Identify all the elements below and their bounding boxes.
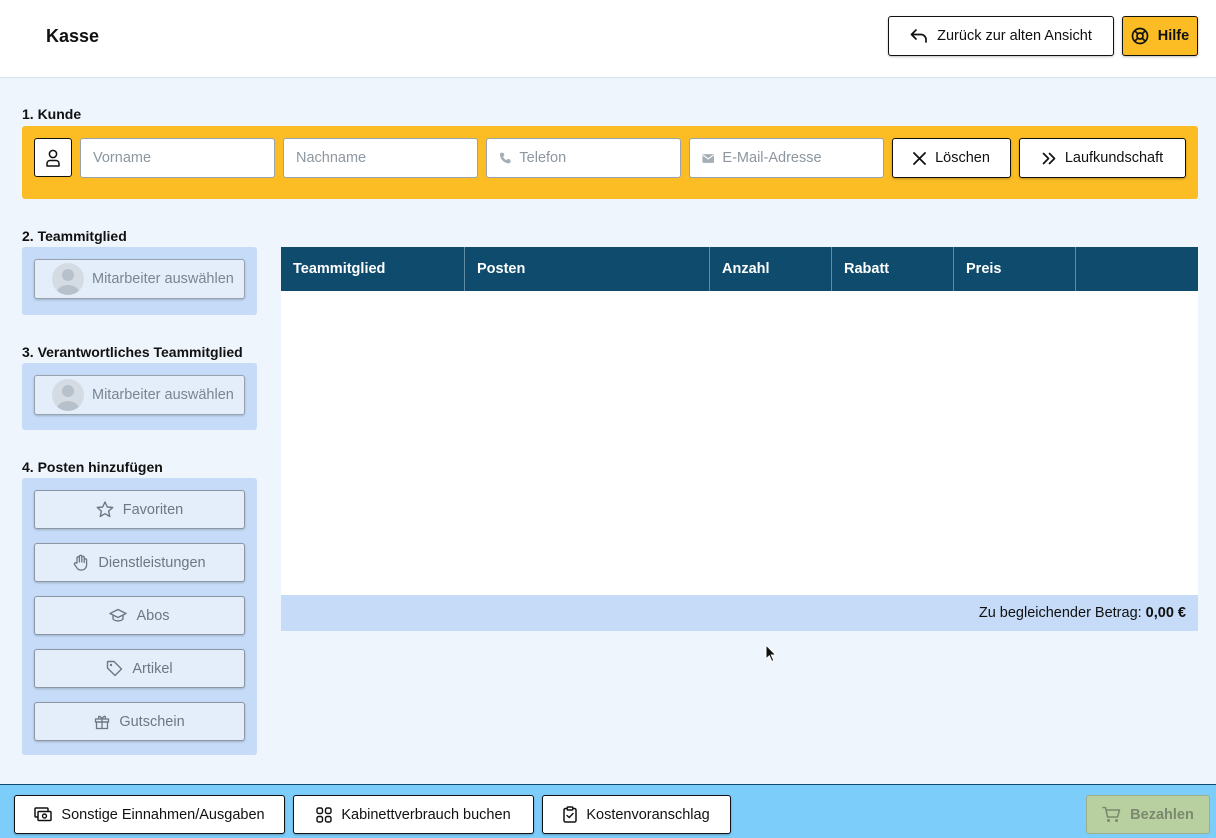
articles-button[interactable]: Artikel (34, 649, 245, 688)
pay-button[interactable]: Bezahlen (1086, 795, 1210, 834)
add-items-panel: Favoriten Dienstleistungen Abos Artikel … (22, 478, 257, 755)
help-button-label: Hilfe (1157, 28, 1190, 44)
column-header-quantity: Anzahl (710, 247, 832, 291)
first-name-input[interactable] (93, 150, 274, 166)
table-body (281, 291, 1198, 595)
shopping-cart-icon (1102, 806, 1121, 822)
bottom-action-bar: Sonstige Einnahmen/Ausgaben Kabinettverb… (0, 784, 1216, 838)
team-member-select-label: Mitarbeiter auswählen (92, 271, 234, 287)
responsible-member-select-label: Mitarbeiter auswählen (92, 387, 234, 403)
help-button[interactable]: Hilfe (1122, 16, 1198, 56)
add-items-section-label: 4. Posten hinzufügen (22, 459, 163, 475)
last-name-field[interactable] (283, 138, 478, 178)
favorites-button[interactable]: Favoriten (34, 490, 245, 529)
mouse-cursor-icon (765, 644, 777, 663)
last-name-input[interactable] (296, 150, 477, 166)
tag-icon (107, 660, 123, 677)
grid-icon (316, 806, 333, 823)
customer-bar: Löschen Laufkundschaft (22, 126, 1198, 199)
select-team-member-button[interactable]: Mitarbeiter auswählen (34, 259, 245, 299)
column-header-team-member: Teammitglied (281, 247, 465, 291)
cabinet-usage-button[interactable]: Kabinettverbrauch buchen (293, 795, 534, 834)
responsible-member-section-label: 3. Verantwortliches Teammitglied (22, 344, 243, 360)
column-header-price: Preis (954, 247, 1076, 291)
back-button-label: Zurück zur alten Ansicht (937, 28, 1092, 44)
avatar-placeholder-icon (56, 385, 80, 411)
total-bar: Zu begleichender Betrag: 0,00 € (281, 595, 1198, 631)
gift-icon (95, 715, 110, 729)
walk-in-button-label: Laufkundschaft (1064, 150, 1164, 166)
voucher-label: Gutschein (119, 713, 185, 730)
undo-arrow-icon (910, 29, 927, 43)
avatar-placeholder-icon (56, 269, 80, 295)
other-income-label: Sonstige Einnahmen/Ausgaben (61, 806, 265, 823)
team-member-section-label: 2. Teammitglied (22, 228, 127, 244)
top-header: Kasse Zurück zur alten Ansicht Hilfe (0, 0, 1216, 78)
team-member-panel: Mitarbeiter auswählen (22, 247, 257, 315)
email-input[interactable] (722, 150, 883, 166)
subscriptions-button[interactable]: Abos (34, 596, 245, 635)
walk-in-customer-button[interactable]: Laufkundschaft (1019, 138, 1186, 178)
phone-field[interactable] (486, 138, 681, 178)
envelope-icon (702, 153, 714, 163)
graduation-cap-icon (109, 608, 128, 622)
hand-icon (74, 554, 88, 571)
lifebuoy-icon (1131, 27, 1149, 45)
avatar (52, 379, 84, 411)
clear-customer-button[interactable]: Löschen (892, 138, 1011, 178)
first-name-field[interactable] (80, 138, 275, 178)
back-to-old-view-button[interactable]: Zurück zur alten Ansicht (888, 16, 1114, 56)
avatar (52, 263, 84, 295)
responsible-member-panel: Mitarbeiter auswählen (22, 363, 257, 430)
select-responsible-member-button[interactable]: Mitarbeiter auswählen (34, 375, 245, 415)
double-chevron-right-icon (1042, 152, 1056, 164)
page-title: Kasse (46, 26, 100, 46)
cost-estimate-button[interactable]: Kostenvoranschlag (542, 795, 731, 834)
favorites-label: Favoriten (122, 501, 184, 518)
cart-table: Teammitglied Posten Anzahl Rabatt Preis … (281, 247, 1198, 631)
total-value: 0,00 € (1145, 605, 1186, 621)
person-icon (46, 149, 60, 167)
subscriptions-label: Abos (136, 607, 170, 624)
phone-icon (499, 152, 511, 164)
clipboard-icon (563, 806, 578, 823)
cost-estimate-label: Kostenvoranschlag (586, 806, 710, 823)
articles-label: Artikel (132, 660, 173, 677)
cash-icon (34, 807, 53, 822)
pay-label: Bezahlen (1130, 806, 1194, 823)
column-header-discount: Rabatt (832, 247, 954, 291)
clear-button-label: Löschen (935, 150, 990, 166)
star-icon (96, 501, 114, 518)
phone-input[interactable] (519, 150, 680, 166)
customer-search-button[interactable] (34, 138, 72, 177)
cabinet-usage-label: Kabinettverbrauch buchen (341, 806, 511, 823)
services-button[interactable]: Dienstleistungen (34, 543, 245, 582)
close-icon (913, 151, 926, 165)
services-label: Dienstleistungen (98, 554, 206, 571)
total-label: Zu begleichender Betrag: (978, 605, 1142, 621)
voucher-button[interactable]: Gutschein (34, 702, 245, 741)
table-header: Teammitglied Posten Anzahl Rabatt Preis (281, 247, 1198, 291)
customer-section-label: 1. Kunde (22, 106, 82, 122)
column-header-item: Posten (465, 247, 710, 291)
column-header-actions (1076, 247, 1198, 291)
email-field[interactable] (689, 138, 884, 178)
other-income-expenses-button[interactable]: Sonstige Einnahmen/Ausgaben (14, 795, 285, 834)
